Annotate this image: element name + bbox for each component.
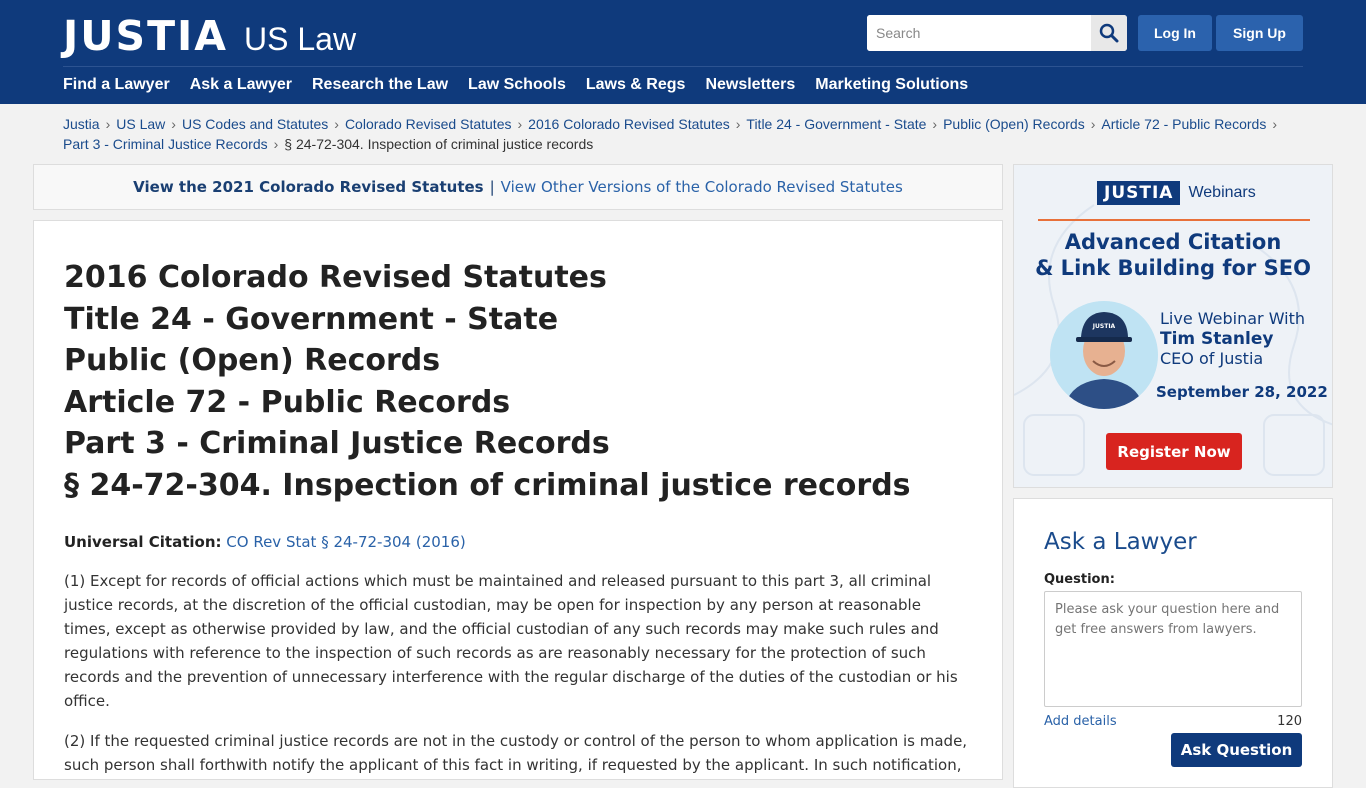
question-label: Question: xyxy=(1044,572,1115,587)
versions-separator: | xyxy=(489,178,495,196)
ad-brand: JUSTIA Webinars xyxy=(1097,181,1256,205)
nav-find-a-lawyer[interactable]: Find a Lawyer xyxy=(63,76,170,94)
breadcrumb-colorado-revised-statutes[interactable]: Colorado Revised Statutes xyxy=(345,116,512,132)
nav-marketing-solutions[interactable]: Marketing Solutions xyxy=(815,76,968,94)
breadcrumb-separator: › xyxy=(932,116,938,132)
nav-newsletters[interactable]: Newsletters xyxy=(705,76,795,94)
search-button[interactable] xyxy=(1091,15,1127,51)
breadcrumb-us-law[interactable]: US Law xyxy=(116,116,165,132)
svg-text:JUSTIA: JUSTIA xyxy=(1092,323,1116,330)
citation-link[interactable]: CO Rev Stat § 24-72-304 (2016) xyxy=(226,533,465,551)
breadcrumb-public-records[interactable]: Public (Open) Records xyxy=(943,116,1085,132)
breadcrumb-title-24[interactable]: Title 24 - Government - State xyxy=(746,116,926,132)
register-now-button[interactable]: Register Now xyxy=(1106,433,1242,470)
logo-sub-text: US Law xyxy=(244,21,357,57)
breadcrumb-separator: › xyxy=(735,116,741,132)
ad-speaker-name: Tim Stanley xyxy=(1160,329,1274,349)
title-line: Part 3 - Criminal Justice Records xyxy=(64,426,610,462)
search-box xyxy=(867,15,1127,51)
statute-paragraph: (2) If the requested criminal justice re… xyxy=(64,731,968,774)
title-line: Article 72 - Public Records xyxy=(64,384,511,420)
breadcrumb-separator: › xyxy=(105,116,111,132)
main-nav: Find a Lawyer Ask a Lawyer Research the … xyxy=(63,76,988,94)
statute-paragraph: (1) Except for records of official actio… xyxy=(64,571,958,710)
breadcrumb-us-codes[interactable]: US Codes and Statutes xyxy=(182,116,328,132)
breadcrumb-part-3[interactable]: Part 3 - Criminal Justice Records xyxy=(63,136,268,152)
ad-speaker-text: Live Webinar With Tim Stanley CEO of Jus… xyxy=(1160,309,1305,369)
justia-logo[interactable]: JUSTIA US Law xyxy=(63,12,356,60)
ask-a-lawyer-widget: Ask a Lawyer Question: Add details 120 A… xyxy=(1013,498,1333,788)
site-header: JUSTIA US Law Log In Sign Up Find a Lawy… xyxy=(0,0,1366,104)
breadcrumb-separator: › xyxy=(171,116,176,132)
nav-research-the-law[interactable]: Research the Law xyxy=(312,76,448,94)
breadcrumb-2016-statutes[interactable]: 2016 Colorado Revised Statutes xyxy=(528,116,730,132)
title-line: Title 24 - Government - State xyxy=(64,301,559,337)
breadcrumb-current: § 24-72-304. Inspection of criminal just… xyxy=(284,136,594,152)
question-textarea[interactable] xyxy=(1044,591,1302,707)
nav-law-schools[interactable]: Law Schools xyxy=(468,76,566,94)
search-input[interactable] xyxy=(867,15,1091,51)
nav-divider xyxy=(63,66,1303,67)
ad-title-line: Advanced Citation xyxy=(1064,230,1282,254)
ad-accent-rule xyxy=(1038,219,1310,221)
ad-speaker-role: CEO of Justia xyxy=(1160,349,1264,368)
login-button[interactable]: Log In xyxy=(1138,15,1212,51)
breadcrumb-justia[interactable]: Justia xyxy=(63,116,100,132)
breadcrumb-separator: › xyxy=(517,116,523,132)
speaker-photo: JUSTIA xyxy=(1050,301,1158,409)
breadcrumb-separator: › xyxy=(1090,116,1096,132)
title-line: Public (Open) Records xyxy=(64,343,441,379)
breadcrumb-separator: › xyxy=(273,136,279,152)
nav-ask-a-lawyer[interactable]: Ask a Lawyer xyxy=(190,76,292,94)
ask-a-lawyer-title: Ask a Lawyer xyxy=(1044,529,1197,555)
ad-date: September 28, 2022 xyxy=(1156,383,1328,401)
ad-title-line: & Link Building for SEO xyxy=(1035,256,1311,280)
nav-laws-regs[interactable]: Laws & Regs xyxy=(586,76,686,94)
title-line: § 24-72-304. Inspection of criminal just… xyxy=(64,467,911,503)
title-line: 2016 Colorado Revised Statutes xyxy=(64,260,607,295)
universal-citation: Universal Citation: CO Rev Stat § 24-72-… xyxy=(64,533,972,551)
add-details-link[interactable]: Add details xyxy=(1044,714,1117,729)
breadcrumb-separator: › xyxy=(334,116,339,132)
ad-title: Advanced Citation & Link Building for SE… xyxy=(1014,229,1332,281)
character-count: 120 xyxy=(1277,714,1302,729)
statute-content: 2016 Colorado Revised Statutes Title 24 … xyxy=(33,220,1003,780)
ad-webinars-label: Webinars xyxy=(1188,184,1256,201)
breadcrumb-separator: › xyxy=(1272,116,1277,132)
signup-button[interactable]: Sign Up xyxy=(1216,15,1303,51)
breadcrumb-article-72[interactable]: Article 72 - Public Records xyxy=(1101,116,1266,132)
search-icon xyxy=(1099,23,1119,43)
breadcrumb: Justia › US Law › US Codes and Statutes › Colo… xyxy=(63,114,1303,154)
ad-justia-logo: JUSTIA xyxy=(1097,181,1181,205)
logo-main-text: JUSTIA xyxy=(63,12,229,60)
versions-bar: View the 2021 Colorado Revised Statutes … xyxy=(33,164,1003,210)
ad-live-label: Live Webinar With xyxy=(1160,309,1306,328)
speaker-avatar-icon: JUSTIA xyxy=(1050,301,1158,409)
page-title: 2016 Colorado Revised Statutes Title 24 … xyxy=(64,257,972,507)
webinar-ad[interactable]: JUSTIA Webinars Advanced Citation & Link… xyxy=(1013,164,1333,488)
ask-question-button[interactable]: Ask Question xyxy=(1171,733,1302,767)
citation-label: Universal Citation: xyxy=(64,532,222,551)
current-version-link[interactable]: View the 2021 Colorado Revised Statutes xyxy=(133,178,483,196)
other-versions-link[interactable]: View Other Versions of the Colorado Revi… xyxy=(501,178,903,196)
